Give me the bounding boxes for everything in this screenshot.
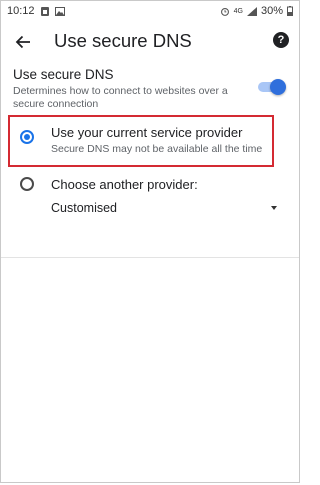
page-title: Use secure DNS [54, 30, 192, 51]
sim-icon [40, 6, 49, 16]
section-divider [1, 257, 299, 258]
alarm-icon [220, 7, 229, 16]
network-type: 4G [233, 7, 243, 15]
app-bar: Use secure DNS ? [1, 21, 299, 63]
current-provider-subtitle: Secure DNS may not be available all the … [51, 143, 263, 155]
option-current-provider[interactable]: Use your current service provider Secure… [1, 116, 299, 166]
back-button[interactable] [10, 29, 36, 55]
provider-dropdown-value: Customised [51, 201, 117, 215]
another-provider-title: Choose another provider: [51, 177, 198, 192]
dropdown-arrow-icon [271, 206, 277, 210]
battery-icon [287, 6, 293, 16]
arrow-back-icon [15, 35, 30, 49]
provider-dropdown[interactable]: Customised [49, 199, 279, 219]
option-another-provider[interactable]: Choose another provider: [1, 171, 299, 199]
help-icon: ? [277, 34, 285, 46]
toggle-description: Determines how to connect to websites ov… [13, 85, 228, 110]
secure-dns-toggle-row[interactable]: Use secure DNS Determines how to connect… [1, 63, 299, 113]
status-left: 10:12 [7, 5, 65, 17]
secure-dns-switch[interactable] [258, 79, 286, 95]
status-time: 10:12 [7, 5, 35, 17]
status-right: 4G 30% [220, 5, 293, 17]
battery-percent: 30% [260, 5, 283, 17]
radio-current-provider[interactable] [20, 130, 34, 144]
help-button[interactable]: ? [273, 32, 289, 48]
switch-thumb [270, 79, 286, 95]
toggle-title: Use secure DNS [13, 67, 114, 82]
gallery-icon [54, 6, 65, 16]
signal-icon [246, 6, 257, 16]
status-bar: 10:12 4G 30% [1, 1, 299, 21]
screen-frame: 10:12 4G 30% Use secure DNS ? Use secure… [0, 0, 300, 483]
radio-another-provider[interactable] [20, 177, 34, 191]
current-provider-title: Use your current service provider [51, 125, 243, 140]
